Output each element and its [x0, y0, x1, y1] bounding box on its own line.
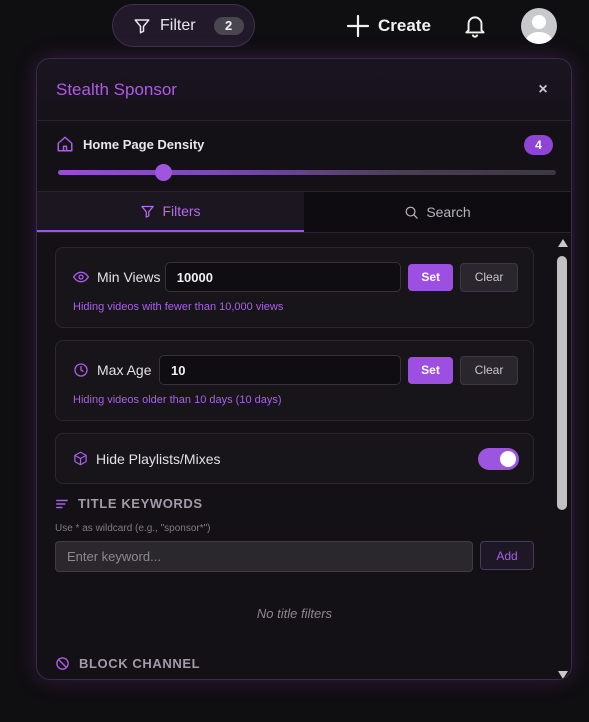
panel-title: Stealth Sponsor [56, 79, 177, 99]
stealth-sponsor-panel: Stealth Sponsor × Home Page Density 4 Fi… [36, 58, 572, 680]
toggle-knob [500, 450, 516, 467]
home-icon [57, 136, 73, 152]
filters-content: Min Views 10000 Set Clear Hiding videos … [37, 234, 557, 679]
title-keywords-heading: TITLE KEYWORDS [78, 496, 203, 511]
clock-icon [74, 363, 88, 377]
max-age-label-group: Max Age [73, 362, 159, 378]
bell-icon [465, 16, 485, 38]
density-section: Home Page Density 4 [37, 121, 571, 192]
text-lines-icon [56, 499, 68, 508]
hide-playlists-card: Hide Playlists/Mixes [55, 433, 534, 484]
density-slider-thumb[interactable] [154, 164, 172, 181]
scroll-up-arrow[interactable] [558, 239, 568, 247]
filter-count-badge: 2 [213, 16, 244, 35]
no-title-filters-text: No title filters [256, 606, 333, 621]
hide-playlists-label-group: Hide Playlists/Mixes [73, 451, 220, 467]
min-views-label: Min Views [97, 269, 161, 285]
density-value-badge: 4 [524, 135, 553, 155]
keyword-input[interactable]: Enter keyword... [55, 541, 473, 572]
max-age-set-button[interactable]: Set [408, 356, 453, 384]
min-views-hint: Hiding videos with fewer than 10,000 vie… [73, 301, 284, 313]
min-views-clear-button[interactable]: Clear [460, 262, 518, 292]
tab-filters-label: Filters [162, 203, 201, 219]
tab-search[interactable]: Search [304, 192, 571, 232]
min-views-set-button[interactable]: Set [408, 263, 454, 291]
tab-search-label: Search [426, 204, 471, 220]
search-icon [405, 206, 419, 219]
density-label: Home Page Density [83, 136, 205, 152]
max-age-input[interactable]: 10 [159, 355, 401, 385]
avatar[interactable] [521, 8, 557, 44]
tab-bar: Filters Search [37, 192, 571, 233]
funnel-icon [134, 18, 150, 33]
min-views-label-group: Min Views [73, 269, 165, 285]
max-age-label: Max Age [97, 362, 152, 378]
create-button[interactable]: Create [346, 10, 431, 42]
title-keywords-heading-group: TITLE KEYWORDS [55, 496, 557, 511]
min-views-card: Min Views 10000 Set Clear Hiding videos … [55, 247, 534, 328]
block-channel-heading-group: BLOCK CHANNEL [55, 656, 557, 671]
hide-playlists-label: Hide Playlists/Mixes [96, 450, 221, 467]
add-keyword-button[interactable]: Add [480, 541, 534, 570]
create-label: Create [378, 16, 431, 35]
filter-button[interactable]: Filter 2 [112, 4, 255, 47]
user-avatar-icon [526, 15, 552, 44]
min-views-input[interactable]: 10000 [164, 262, 402, 292]
scrollbar[interactable] [556, 239, 570, 679]
block-icon [56, 657, 69, 670]
wildcard-hint: Use * as wildcard (e.g., "sponsor*") [55, 523, 211, 534]
filter-label: Filter [160, 16, 196, 34]
funnel-icon [141, 205, 155, 218]
plus-icon [346, 14, 370, 38]
density-slider[interactable] [58, 164, 556, 181]
max-age-hint: Hiding videos older than 10 days (10 day… [73, 394, 282, 406]
cube-icon [74, 451, 87, 466]
tab-filters[interactable]: Filters [37, 192, 304, 232]
max-age-clear-button[interactable]: Clear [460, 355, 518, 385]
top-bar: Filter 2 Create [0, 0, 589, 52]
notifications-button[interactable] [462, 12, 488, 45]
scroll-down-arrow[interactable] [558, 671, 568, 679]
close-button[interactable]: × [533, 81, 553, 99]
hide-playlists-toggle[interactable] [478, 447, 519, 470]
block-channel-heading: BLOCK CHANNEL [79, 656, 201, 671]
scroll-thumb[interactable] [557, 256, 567, 510]
panel-header: Stealth Sponsor × [37, 59, 571, 121]
eye-icon [73, 271, 89, 283]
max-age-card: Max Age 10 Set Clear Hiding videos older… [55, 340, 534, 421]
